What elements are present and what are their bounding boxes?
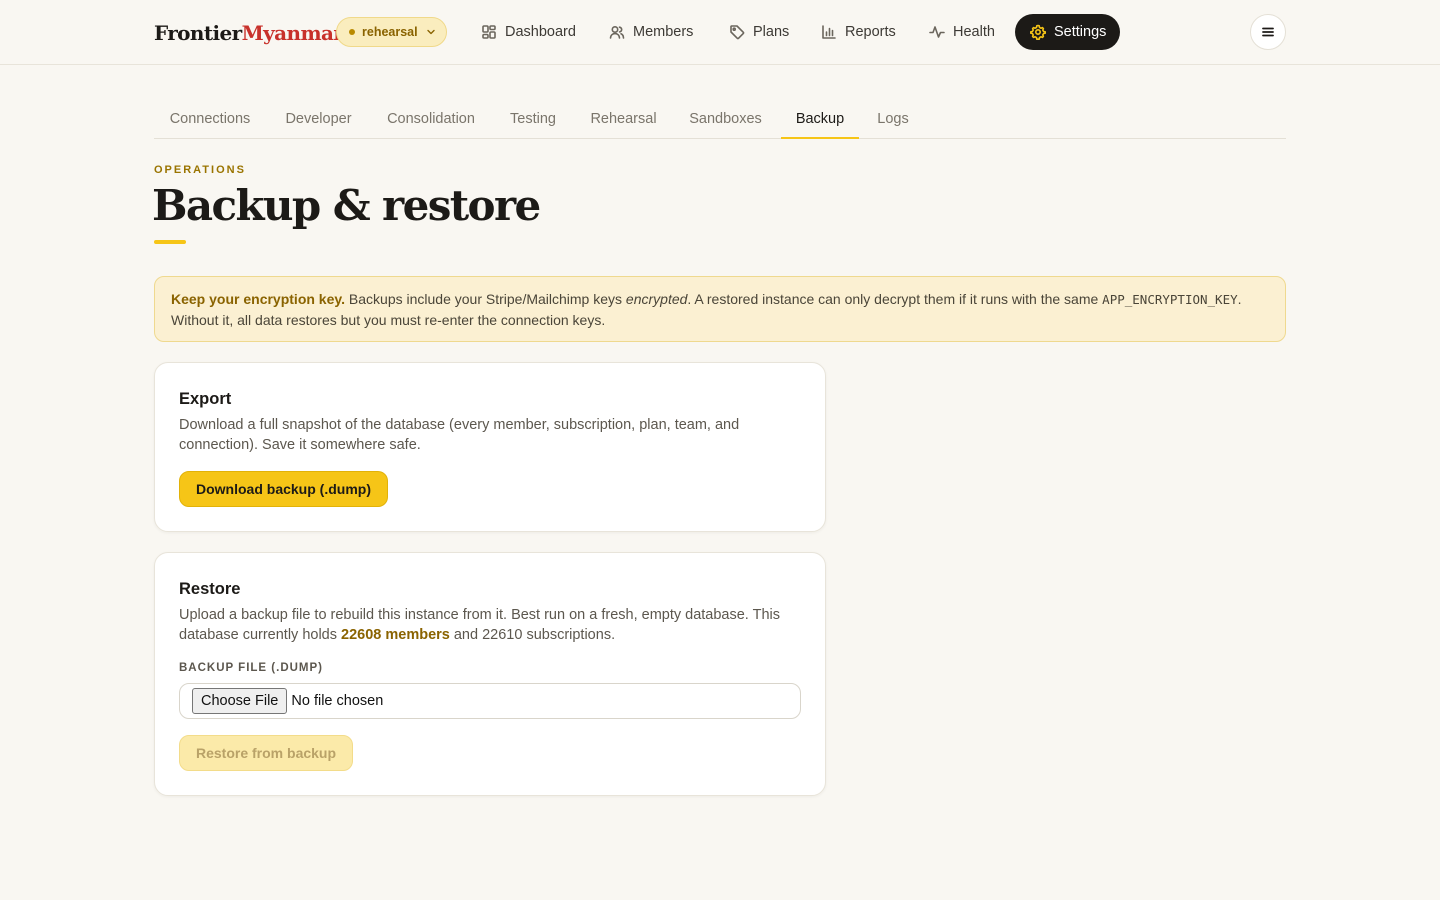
tab-sandboxes[interactable]: Sandboxes	[677, 100, 774, 139]
export-card: Export Download a full snapshot of the d…	[154, 362, 826, 532]
notice-strong: Keep your encryption key.	[171, 291, 346, 307]
backup-file-input[interactable]: Choose File No file chosen	[179, 683, 801, 719]
notice-text-1: Backups include your Stripe/Mailchimp ke…	[345, 291, 626, 307]
nav-item-dashboard[interactable]: Dashboard	[481, 16, 576, 48]
gear-icon	[1030, 24, 1046, 40]
menu-icon	[1262, 27, 1274, 37]
nav-item-label: Plans	[753, 24, 790, 40]
nav-item-plans[interactable]: Plans	[729, 16, 789, 48]
choose-file-button[interactable]: Choose File	[192, 688, 288, 714]
tab-rehearsal[interactable]: Rehearsal	[576, 100, 671, 139]
environment-status-dot	[349, 29, 355, 35]
nav-item-label: Reports	[845, 24, 896, 40]
grid-icon	[482, 25, 496, 39]
nav-item-settings[interactable]: Settings	[1015, 14, 1121, 50]
environment-selector[interactable]: rehearsal	[336, 17, 447, 47]
brand-logo[interactable]: FrontierMyanmar	[154, 19, 344, 47]
tag-icon	[730, 25, 745, 40]
page-title: Backup & restore	[152, 181, 541, 230]
title-underline	[154, 240, 186, 244]
notice-text-2: . A restored instance can only decrypt t…	[687, 291, 1103, 307]
restore-text-2: and 22610 subscriptions.	[449, 627, 616, 643]
backup-file-label: BACKUP FILE (.DUMP)	[179, 662, 324, 674]
nav-item-label: Settings	[1054, 24, 1107, 40]
top-navigation-bar: FrontierMyanmar rehearsal Dashboard Memb…	[0, 0, 1440, 65]
settings-subtabs: Connections Developer Consolidation Test…	[154, 100, 1286, 139]
environment-label: rehearsal	[362, 25, 418, 39]
encryption-key-notice: Keep your encryption key. Backups includ…	[154, 276, 1286, 342]
tab-backup[interactable]: Backup	[781, 100, 859, 139]
restore-description: Upload a backup file to rebuild this ins…	[179, 605, 809, 645]
brand-logo-part2: Myanmar	[241, 21, 344, 45]
hamburger-menu-button[interactable]	[1250, 14, 1286, 50]
nav-item-label: Dashboard	[505, 24, 576, 40]
export-description: Download a full snapshot of the database…	[179, 417, 740, 453]
users-icon	[609, 25, 625, 39]
tab-consolidation[interactable]: Consolidation	[372, 100, 490, 139]
chevron-down-icon	[426, 29, 435, 35]
nav-item-members[interactable]: Members	[609, 16, 693, 48]
nav-item-reports[interactable]: Reports	[821, 16, 896, 48]
section-eyebrow: OPERATIONS	[154, 164, 246, 176]
nav-item-label: Health	[953, 24, 995, 40]
export-title: Export	[179, 390, 232, 408]
nav-item-label: Members	[633, 24, 694, 40]
notice-emphasis: encrypted	[625, 291, 688, 307]
restore-card: Restore Upload a backup file to rebuild …	[154, 552, 826, 796]
download-backup-button[interactable]: Download backup (.dump)	[179, 471, 388, 507]
notice-code: APP_ENCRYPTION_KEY	[1102, 292, 1238, 307]
activity-icon	[929, 26, 945, 38]
nav-item-health[interactable]: Health	[929, 16, 995, 48]
brand-logo-part1: Frontier	[154, 21, 242, 45]
member-count: 22608 members	[341, 627, 450, 643]
restore-title: Restore	[179, 580, 241, 598]
tab-connections[interactable]: Connections	[154, 100, 266, 139]
tab-logs[interactable]: Logs	[865, 100, 921, 139]
restore-from-backup-button[interactable]: Restore from backup	[179, 735, 354, 771]
tab-developer[interactable]: Developer	[271, 100, 366, 139]
file-status: No file chosen	[291, 693, 384, 709]
bar-chart-icon	[822, 25, 836, 39]
tab-testing[interactable]: Testing	[496, 100, 570, 139]
